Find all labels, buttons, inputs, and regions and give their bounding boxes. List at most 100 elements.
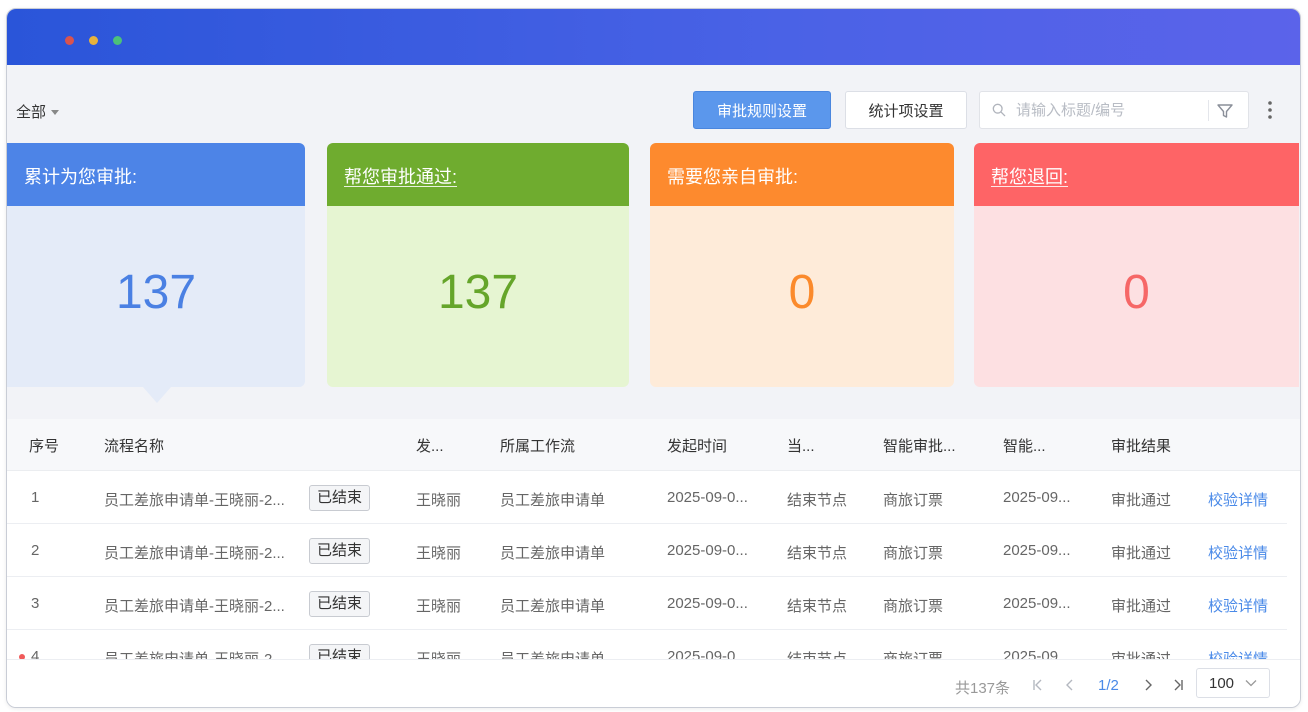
cell-smart-approval-time: 2025-09... (1003, 489, 1071, 506)
selected-indicator (143, 387, 171, 403)
next-page-icon[interactable] (1140, 677, 1156, 693)
cell-smart-approval-type: 商旅订票 (883, 545, 944, 562)
cell-result: 审批通过 (1111, 598, 1172, 615)
card-value: 137 (115, 266, 197, 319)
statistics-settings-button[interactable]: 统计项设置 (845, 91, 967, 129)
approval-rule-settings-button[interactable]: 审批规则设置 (693, 91, 831, 129)
cell-current-node: 结束节点 (787, 545, 848, 562)
close-window-dot[interactable] (65, 36, 74, 45)
cell-process-name: 员工差旅申请单-王晓丽-2... (104, 598, 285, 615)
status-badge: 已结束 (309, 644, 371, 659)
cell-index: 2 (31, 542, 40, 559)
search-box (979, 91, 1249, 129)
table-row[interactable]: 4 员工差旅申请单-王晓丽-2... 已结束 王晓丽 员工差旅申请单 2025-… (7, 630, 1287, 659)
cell-process-name: 员工差旅申请单-王晓丽-2... (104, 648, 304, 659)
column-header-process-name: 流程名称 (104, 438, 165, 455)
filter-icon[interactable] (1216, 102, 1234, 120)
title-bar (7, 9, 1300, 65)
card-body: 137 (327, 206, 629, 387)
card-body: 0 (974, 206, 1299, 387)
status-badge: 已结束 (309, 538, 371, 564)
scope-dropdown[interactable]: 全部 (16, 101, 60, 122)
last-page-icon[interactable] (1170, 677, 1186, 693)
table-row[interactable]: 1 员工差旅申请单-王晓丽-2... 已结束 王晓丽 员工差旅申请单 2025-… (7, 471, 1287, 524)
cell-smart-approval-time: 2025-09... (1003, 542, 1071, 559)
column-header-smart-approval-time: 智能... (1003, 438, 1046, 455)
cell-workflow: 员工差旅申请单 (500, 648, 605, 659)
card-value: 0 (1123, 266, 1150, 319)
card-title: 帮您审批通过: (344, 167, 458, 187)
cell-initiator: 王晓丽 (416, 648, 461, 659)
maximize-window-dot[interactable] (113, 36, 122, 45)
pagination: 共137条 1/2 100 (7, 659, 1300, 707)
first-page-icon[interactable] (1030, 677, 1046, 693)
table-row[interactable]: 2 员工差旅申请单-王晓丽-2... 已结束 王晓丽 员工差旅申请单 2025-… (7, 524, 1287, 577)
verify-details-link[interactable]: 校验详情 (1208, 542, 1268, 563)
table-row[interactable]: 3 员工差旅申请单-王晓丽-2... 已结束 王晓丽 员工差旅申请单 2025-… (7, 577, 1287, 630)
cell-workflow: 员工差旅申请单 (500, 492, 606, 509)
search-icon (992, 103, 1006, 117)
card-title: 累计为您审批: (7, 143, 305, 206)
column-header-smart-approval-type: 智能审批... (883, 438, 956, 455)
cell-workflow: 员工差旅申请单 (500, 545, 606, 562)
cell-process-name: 员工差旅申请单-王晓丽-2... (104, 545, 285, 562)
cell-smart-approval-time: 2025-09... (1003, 595, 1071, 612)
card-title: 帮您退回: (991, 167, 1069, 187)
cell-result: 审批通过 (1111, 545, 1172, 562)
cell-smart-approval-type: 商旅订票 (883, 598, 944, 615)
cell-start-time: 2025-09-0... (667, 489, 748, 506)
verify-details-link[interactable]: 校验详情 (1208, 489, 1268, 510)
toolbar: 全部 审批规则设置 统计项设置 (7, 65, 1300, 143)
cell-index: 4 (31, 648, 40, 659)
search-input[interactable] (1016, 100, 1206, 120)
verify-details-link[interactable]: 校验详情 (1208, 648, 1268, 659)
card-returned-for-you[interactable]: 帮您退回: 0 (974, 143, 1299, 387)
previous-page-icon[interactable] (1062, 677, 1078, 693)
card-approved-for-you[interactable]: 帮您审批通过: 137 (327, 143, 629, 387)
page-size-value: 100 (1209, 675, 1235, 692)
cell-result: 审批通过 (1111, 492, 1172, 509)
total-count: 共137条 (955, 680, 1011, 697)
cell-index: 1 (31, 489, 40, 506)
card-needs-your-approval[interactable]: 需要您亲自审批: 0 (650, 143, 954, 387)
verify-details-link[interactable]: 校验详情 (1208, 595, 1268, 616)
chevron-down-icon (1245, 680, 1257, 687)
card-body: 0 (650, 206, 954, 387)
cell-smart-approval-type: 商旅订票 (883, 648, 943, 659)
current-page: 1/2 (1098, 677, 1119, 694)
cell-start-time: 2025-09-0... (667, 542, 748, 559)
card-value: 0 (788, 266, 816, 319)
cell-smart-approval-time: 2025-09... (1003, 648, 1071, 659)
cell-current-node: 结束节点 (787, 492, 848, 509)
more-vertical-icon[interactable] (1261, 99, 1279, 121)
cell-initiator: 王晓丽 (416, 545, 462, 562)
approval-table: 序号 流程名称 发... 所属工作流 发起时间 当... 智能审批... 智能.… (7, 419, 1300, 659)
cell-smart-approval-type: 商旅订票 (883, 492, 944, 509)
cell-result: 审批通过 (1111, 648, 1171, 659)
cell-index: 3 (31, 595, 40, 612)
cell-current-node: 结束节点 (787, 598, 848, 615)
card-total-approved[interactable]: 累计为您审批: 137 (7, 143, 305, 403)
column-header-result: 审批结果 (1111, 438, 1172, 455)
scope-label: 全部 (16, 104, 47, 121)
search-divider (1208, 100, 1209, 121)
status-badge: 已结束 (309, 485, 371, 511)
card-value: 137 (437, 266, 519, 319)
cell-start-time: 2025-09-0... (667, 648, 748, 659)
cell-start-time: 2025-09-0... (667, 595, 748, 612)
minimize-window-dot[interactable] (89, 36, 98, 45)
status-badge: 已结束 (309, 591, 371, 617)
column-header-initiator: 发... (416, 438, 444, 455)
cell-workflow: 员工差旅申请单 (500, 598, 606, 615)
cell-process-name: 员工差旅申请单-王晓丽-2... (104, 492, 285, 509)
table-header: 序号 流程名称 发... 所属工作流 发起时间 当... 智能审批... 智能.… (7, 419, 1300, 471)
page-size-select[interactable]: 100 (1196, 668, 1270, 698)
column-header-workflow: 所属工作流 (500, 438, 576, 455)
column-header-current-node: 当... (787, 438, 815, 455)
app-window: 全部 审批规则设置 统计项设置 累计为您审批: 137 (6, 8, 1301, 708)
cell-initiator: 王晓丽 (416, 492, 462, 509)
caret-down-icon (51, 110, 60, 115)
card-body: 137 (7, 206, 305, 387)
column-header-start-time: 发起时间 (667, 438, 728, 455)
cell-current-node: 结束节点 (787, 648, 847, 659)
